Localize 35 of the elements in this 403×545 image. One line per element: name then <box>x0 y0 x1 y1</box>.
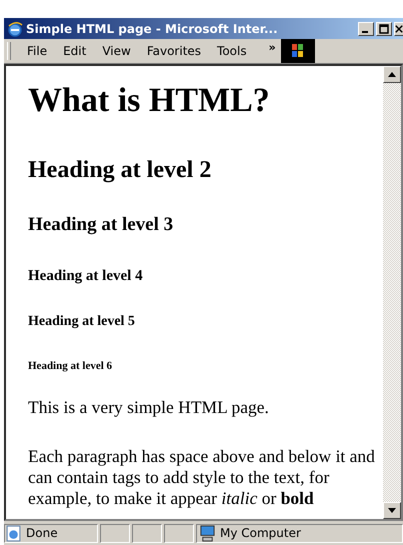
scroll-down-button[interactable] <box>383 502 401 519</box>
status-pane <box>164 524 194 542</box>
page-icon <box>5 524 22 542</box>
vertical-scrollbar[interactable] <box>383 66 401 519</box>
menu-item[interactable]: Tools <box>209 44 255 58</box>
paragraph: This is a very simple HTML page. <box>28 396 270 418</box>
status-pane <box>132 524 162 542</box>
heading: Heading at level 3 <box>28 215 174 236</box>
computer-icon <box>199 524 216 542</box>
heading: Heading at level 6 <box>28 360 114 372</box>
menu-overflow-chevron[interactable]: » <box>268 41 276 54</box>
heading: Heading at level 4 <box>28 268 144 285</box>
heading: Heading at level 2 <box>28 158 212 182</box>
menu-item[interactable]: File <box>19 44 56 58</box>
windows-logo-icon <box>280 39 315 63</box>
maximize-button[interactable] <box>376 22 392 36</box>
zone-text: My Computer <box>220 526 301 540</box>
scroll-up-button[interactable] <box>383 66 401 83</box>
maximize-icon <box>379 24 389 34</box>
down-arrow-icon <box>388 508 396 513</box>
close-button[interactable] <box>394 22 403 36</box>
minimize-button[interactable] <box>358 22 374 36</box>
menu-item[interactable]: Edit <box>55 44 94 58</box>
window-title: Simple HTML page - Microsoft Inter... <box>26 22 279 36</box>
minimize-icon <box>362 30 368 32</box>
status-text: Done <box>26 526 58 540</box>
up-arrow-icon <box>388 72 396 77</box>
menu-item[interactable]: View <box>94 44 139 58</box>
heading: What is HTML? <box>28 84 271 118</box>
close-icon <box>395 24 403 34</box>
browser-logo-icon <box>7 20 23 36</box>
paragraph: Each paragraph has space above and below it and can contain tags to add style to the text, for example, to make it appear italic or bold <box>28 446 376 509</box>
heading: Heading at level 5 <box>28 314 136 330</box>
status-pane <box>100 524 130 542</box>
menu-item[interactable]: Favorites <box>138 44 210 58</box>
